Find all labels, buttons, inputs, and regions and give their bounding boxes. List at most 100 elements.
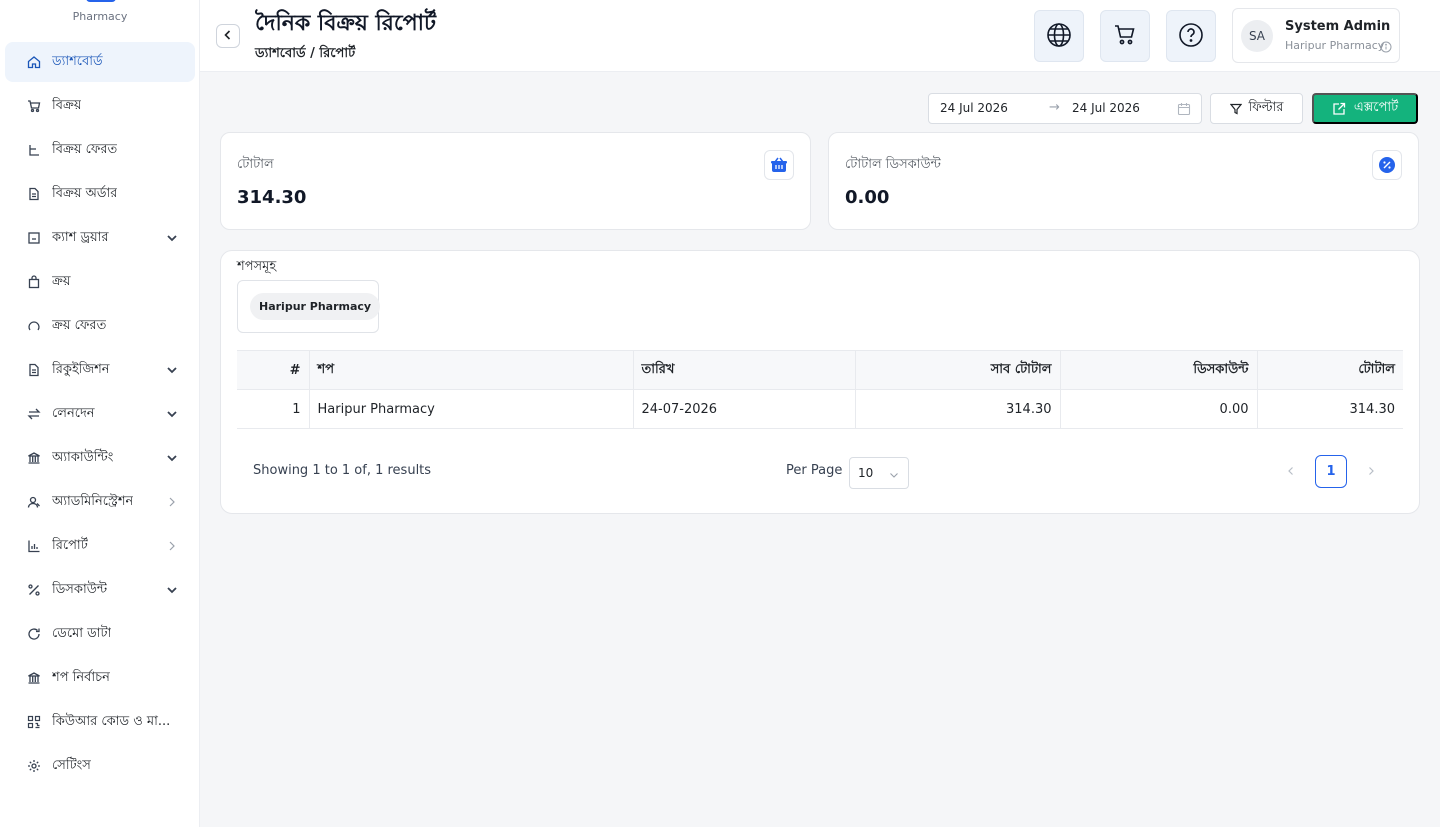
filter-button[interactable]: ফিল্টার [1210, 93, 1303, 124]
sidebar-item-label: শপ নির্বাচন [52, 669, 110, 685]
prev-page-button[interactable] [1281, 461, 1301, 483]
sidebar-item-qr-code[interactable]: কিউআর কোড ও মা... [5, 702, 195, 742]
help-button[interactable] [1166, 10, 1216, 62]
sidebar-item-administration[interactable]: অ্যাডমিনিস্ট্রেশন [5, 482, 195, 522]
sidebar: Pharmacy ড্যাশবোর্ড বিক্রয় বিক্রয় ফেরত… [0, 0, 200, 827]
brand-logo [86, 0, 116, 2]
sidebar-item-label: বিক্রয় [52, 97, 82, 113]
sidebar-item-label: কিউআর কোড ও মা... [52, 713, 171, 729]
shop-icon [27, 671, 41, 685]
shops-title: শপসমূহ [237, 259, 277, 274]
percent-icon [27, 583, 41, 597]
language-button[interactable] [1034, 10, 1084, 62]
table-cell: 314.30 [855, 389, 1061, 429]
total-card: টোটাল 314.30 [220, 132, 811, 230]
brand-subtitle: Pharmacy [72, 10, 128, 23]
chevron-down-icon [165, 231, 179, 245]
sidebar-item-label: সেটিংস [52, 757, 91, 773]
qr-code-icon [27, 715, 41, 729]
discount-value: 0.00 [845, 187, 890, 208]
sidebar-item-label: ডেমো ডাটা [52, 625, 112, 641]
date-range-picker[interactable]: 24 Jul 2026 → 24 Jul 2026 [928, 93, 1202, 124]
chevron-down-icon [165, 451, 179, 465]
sidebar-item-label: বিক্রয় ফেরত [52, 141, 118, 157]
sidebar-item-demo-data[interactable]: ডেমো ডাটা [5, 614, 195, 654]
sidebar-item-sales[interactable]: বিক্রয় [5, 86, 195, 126]
sidebar-item-label: অ্যাকাউন্টিং [52, 449, 114, 465]
date-from[interactable]: 24 Jul 2026 [940, 101, 1008, 115]
table-row: 1 Haripur Pharmacy 24-07-2026 314.30 0.0… [237, 389, 1403, 429]
filter-label: ফিল্টার [1248, 99, 1284, 114]
column-header: শপ [309, 350, 634, 390]
table-cell: 24-07-2026 [633, 389, 856, 429]
user-menu[interactable]: SA System Admin Haripur Pharmacy [1232, 8, 1400, 63]
bank-icon [27, 451, 41, 465]
info-icon [1380, 41, 1392, 53]
column-header: তারিখ [633, 350, 856, 390]
help-icon [1178, 22, 1204, 51]
bag-icon [27, 275, 41, 289]
sidebar-item-label: রিকুইজিশন [52, 361, 110, 377]
home-icon [27, 55, 41, 69]
sidebar-item-label: ড্যাশবোর্ড [52, 53, 103, 69]
return-icon [27, 143, 41, 157]
sidebar-item-label: ক্যাশ ড্রয়ার [52, 229, 109, 245]
export-button[interactable]: এক্সপোর্ট [1312, 93, 1418, 124]
table-cell: Haripur Pharmacy [309, 389, 634, 429]
sidebar-item-reports[interactable]: রিপোর্ট [5, 526, 195, 566]
page-number-button[interactable]: 1 [1315, 455, 1347, 488]
sidebar-item-label: ক্রয় [52, 273, 71, 289]
column-header: # [237, 350, 310, 390]
next-page-button[interactable] [1361, 461, 1381, 483]
back-button[interactable] [216, 24, 240, 48]
sidebar-item-label: অ্যাডমিনিস্ট্রেশন [52, 493, 134, 509]
sidebar-item-shop-select[interactable]: শপ নির্বাচন [5, 658, 195, 698]
shops-panel: শপসমূহ Haripur Pharmacy # শপ তারিখ সাব ট… [220, 250, 1420, 514]
bar-chart-icon [27, 539, 41, 553]
export-icon [1332, 102, 1346, 116]
chevron-left-icon [1286, 464, 1296, 480]
sidebar-item-discount[interactable]: ডিসকাউন্ট [5, 570, 195, 610]
chevron-down-icon [165, 363, 179, 377]
sidebar-item-purchase[interactable]: ক্রয় [5, 262, 195, 302]
sidebar-item-label: লেনদেন [52, 405, 95, 421]
report-table: # শপ তারিখ সাব টোটাল ডিসকাউন্ট টোটাল 1 H… [237, 350, 1403, 429]
user-organization: Haripur Pharmacy [1285, 39, 1385, 52]
basket-icon [764, 150, 794, 180]
table-header-row: # শপ তারিখ সাব টোটাল ডিসকাউন্ট টোটাল [237, 350, 1403, 390]
cart-button[interactable] [1100, 10, 1150, 62]
date-to[interactable]: 24 Jul 2026 [1072, 101, 1140, 115]
sidebar-item-label: বিক্রয় অর্ডার [52, 185, 118, 201]
sidebar-item-requisition[interactable]: রিকুইজিশন [5, 350, 195, 390]
column-header: সাব টোটাল [855, 350, 1061, 390]
column-header: টোটাল [1257, 350, 1403, 390]
sidebar-item-label: ডিসকাউন্ট [52, 581, 108, 597]
cart-icon [27, 99, 41, 113]
sidebar-item-sales-return[interactable]: বিক্রয় ফেরত [5, 130, 195, 170]
reload-icon [27, 627, 41, 641]
export-label: এক্সপোর্ট [1353, 99, 1399, 114]
sidebar-item-settings[interactable]: সেটিংস [5, 746, 195, 786]
sidebar-item-purchase-return[interactable]: ক্রয় ফেরত [5, 306, 195, 346]
shop-selector: Haripur Pharmacy [237, 280, 381, 333]
document-icon [27, 187, 41, 201]
sidebar-item-accounting[interactable]: অ্যাকাউন্টিং [5, 438, 195, 478]
cart-icon [1113, 23, 1137, 50]
calendar-icon [1177, 102, 1191, 116]
sidebar-item-cash-drawer[interactable]: ক্যাশ ড্রয়ার [5, 218, 195, 258]
chevron-right-icon [165, 539, 179, 553]
table-cell: 314.30 [1257, 389, 1403, 429]
avatar: SA [1241, 20, 1273, 52]
discount-label: টোটাল ডিসকাউন্ট [845, 157, 941, 172]
table-cell: 1 [237, 389, 310, 429]
sidebar-item-transactions[interactable]: লেনদেন [5, 394, 195, 434]
admin-users-icon [27, 495, 41, 509]
user-name: System Admin [1285, 19, 1391, 34]
per-page-select[interactable]: 10 [849, 457, 909, 489]
sidebar-item-sales-order[interactable]: বিক্রয় অর্ডার [5, 174, 195, 214]
page-title: দৈনিক বিক্রয় রিপোর্ট [255, 11, 437, 36]
sidebar-item-label: ক্রয় ফেরত [52, 317, 107, 333]
sidebar-item-dashboard[interactable]: ড্যাশবোর্ড [5, 42, 195, 82]
pagination-summary: Showing 1 to 1 of, 1 results [253, 463, 432, 478]
shop-chip[interactable]: Haripur Pharmacy [250, 293, 381, 320]
